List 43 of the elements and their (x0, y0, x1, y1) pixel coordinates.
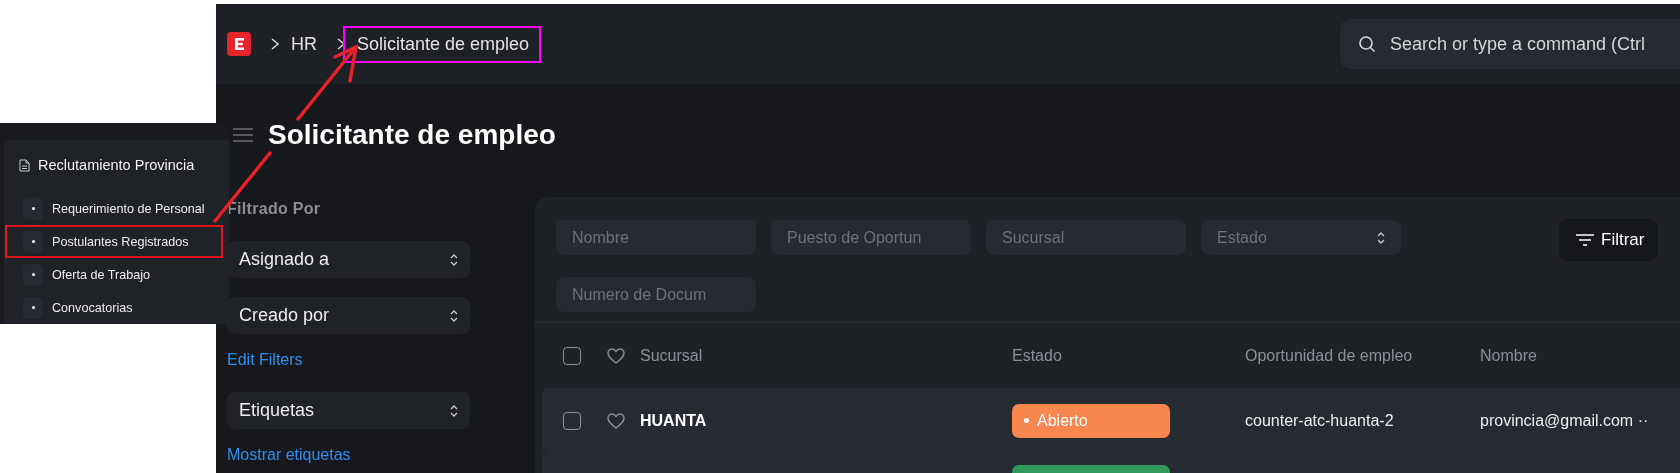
checkbox[interactable] (563, 346, 581, 365)
search-field[interactable]: Search or type a command (Ctrl (1340, 19, 1680, 69)
column-header: Sucursal (640, 346, 704, 365)
status-label: Abierto (1037, 411, 1088, 430)
sidebar-link[interactable]: Edit Filters (227, 351, 470, 369)
filter-select[interactable]: Asignado a (227, 241, 470, 278)
search-icon (1358, 35, 1376, 53)
heart-icon[interactable] (607, 412, 625, 429)
table-cell-text: counter-atc-huanta-2 (1245, 411, 1395, 430)
bullet-icon (23, 296, 43, 319)
updown-icon (450, 252, 458, 267)
filter-select[interactable]: Etiquetas (227, 392, 470, 429)
chevron-icon (269, 37, 281, 51)
sidebar-item[interactable]: Requerimiento de Personal (5, 192, 223, 225)
bullet-icon (23, 197, 43, 220)
column-header: Estado (1012, 346, 1063, 365)
breadcrumb-link[interactable]: HR (291, 33, 317, 55)
bullet-icon (23, 263, 43, 286)
menu-icon[interactable] (233, 127, 253, 143)
breadcrumb-link[interactable]: Solicitante de empleo (343, 25, 542, 63)
heart-icon[interactable] (607, 347, 625, 364)
sidebar-link[interactable]: Mostrar etiquetas (227, 446, 470, 464)
sidebar-item[interactable]: Convocatorias (5, 291, 223, 324)
column-header: Oportunidad de empleo (1245, 346, 1414, 365)
sidebar-item[interactable]: Postulantes Registrados (5, 225, 223, 258)
column-header: Nombre (1480, 346, 1538, 365)
page-title: Solicitante de empleo (268, 119, 556, 151)
filter-icon (1575, 233, 1595, 247)
document-icon (19, 158, 30, 172)
logo-icon[interactable] (227, 32, 251, 56)
dot-icon (1024, 418, 1029, 423)
checkbox[interactable] (563, 411, 581, 430)
filter-select[interactable]: Creado por (227, 297, 470, 334)
updown-icon (450, 403, 458, 418)
table-cell-text: provincia@gmail.com ·· (1480, 411, 1650, 430)
updown-icon (1377, 230, 1385, 245)
filter-button[interactable]: Filtrar (1559, 219, 1658, 261)
table-row[interactable]: HUANTA Abierto counter-atc-huanta-2 provincia@gmail.com ·· (542, 388, 1680, 453)
sidebar-item[interactable]: Oferta de Trabajo (5, 258, 223, 291)
updown-icon (450, 308, 458, 323)
section-title: Reclutamiento Provincia (38, 157, 195, 173)
table-cell-text: HUANTA (640, 411, 708, 430)
bullet-icon (23, 230, 43, 253)
